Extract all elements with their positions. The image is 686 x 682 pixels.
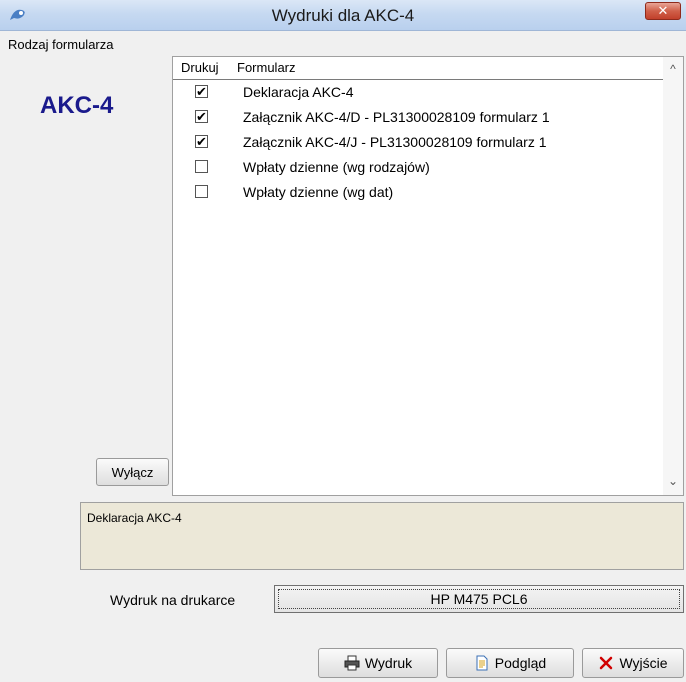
list-item-label: Załącznik AKC-4/D - PL31300028109 formul… <box>243 109 550 125</box>
title-bar: Wydruki dla AKC-4 ✕ <box>0 0 686 31</box>
print-checkbox[interactable] <box>195 160 208 173</box>
column-header-form[interactable]: Formularz <box>237 60 296 75</box>
form-code-title: AKC-4 <box>40 92 114 119</box>
exit-button-label: Wyjście <box>619 655 668 671</box>
list-item[interactable]: Wpłaty dzienne (wg dat) <box>173 181 663 206</box>
print-checkbox[interactable]: ✔ <box>195 135 208 148</box>
forms-list[interactable]: Drukuj Formularz ✔ Deklaracja AKC-4 ✔ Za… <box>172 56 684 496</box>
chevron-down-icon[interactable]: ⌄ <box>667 475 679 487</box>
printer-name: HP M475 PCL6 <box>430 591 528 607</box>
list-item-label: Wpłaty dzienne (wg dat) <box>243 184 394 200</box>
list-item-label: Wpłaty dzienne (wg rodzajów) <box>243 159 430 175</box>
exit-button[interactable]: Wyjście <box>582 648 684 678</box>
document-preview-icon <box>476 655 488 671</box>
print-checkbox[interactable] <box>195 185 208 198</box>
disable-button[interactable]: Wyłącz <box>96 458 169 486</box>
print-button-label: Wydruk <box>364 655 413 671</box>
form-type-label: Rodzaj formularza <box>8 37 114 52</box>
preview-button-label: Podgląd <box>494 655 547 671</box>
column-header-print[interactable]: Drukuj <box>181 60 219 75</box>
window-title: Wydruki dla AKC-4 <box>271 6 415 25</box>
form-description: Deklaracja AKC-4 <box>80 502 684 570</box>
close-button[interactable]: ✕ <box>645 2 681 20</box>
list-item[interactable]: ✔ Załącznik AKC-4/J - PL31300028109 form… <box>173 131 663 156</box>
printer-icon <box>344 655 360 671</box>
print-button[interactable]: Wydruk <box>318 648 438 678</box>
printer-label: Wydruk na drukarce <box>110 592 236 608</box>
print-checkbox[interactable]: ✔ <box>195 110 208 123</box>
print-checkbox[interactable]: ✔ <box>195 85 208 98</box>
chevron-up-icon[interactable]: ^ <box>667 63 679 75</box>
list-item-label: Deklaracja AKC-4 <box>243 84 354 100</box>
printer-select-button[interactable]: HP M475 PCL6 <box>274 585 684 613</box>
vertical-scrollbar[interactable]: ^ ⌄ <box>663 57 683 495</box>
list-item[interactable]: Wpłaty dzienne (wg rodzajów) <box>173 156 663 181</box>
list-header: Drukuj Formularz <box>173 57 663 80</box>
red-x-icon <box>600 656 613 670</box>
preview-button[interactable]: Podgląd <box>446 648 574 678</box>
list-item[interactable]: ✔ Deklaracja AKC-4 <box>173 81 663 106</box>
list-item[interactable]: ✔ Załącznik AKC-4/D - PL31300028109 form… <box>173 106 663 131</box>
list-item-label: Załącznik AKC-4/J - PL31300028109 formul… <box>243 134 547 150</box>
